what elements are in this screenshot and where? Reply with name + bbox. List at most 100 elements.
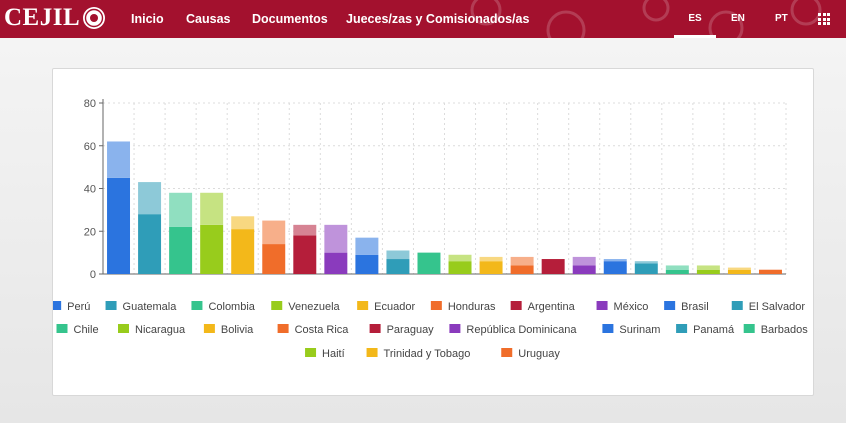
bar-bolivia-segment-1 bbox=[479, 261, 503, 274]
chart-card: 0 20 40 60 80 Perú Guatemala Colombia Venezuela E… bbox=[50, 68, 814, 396]
legend-item-label: Trinidad y Tobago bbox=[384, 348, 471, 360]
bar-venezuela-segment-1 bbox=[200, 224, 224, 274]
bar-brasil-segment-1 bbox=[355, 254, 379, 274]
legend-swatch bbox=[118, 324, 129, 333]
bar-el-salvador-segment-2 bbox=[386, 250, 410, 260]
legend-item-label: Brasil bbox=[681, 301, 709, 313]
bar-guatemala-segment-1 bbox=[138, 214, 162, 274]
bar-méxico-segment-2 bbox=[324, 224, 348, 253]
top-navigation-bar: CEJIL Inicio Causas Documentos Jueces/za… bbox=[0, 0, 846, 38]
bar-haití-segment-1 bbox=[696, 269, 720, 274]
legend-item-label: Uruguay bbox=[518, 348, 560, 360]
bar-chile-segment-1 bbox=[417, 252, 441, 274]
bar-nicaragua-segment-1 bbox=[448, 261, 472, 274]
nav-causas[interactable]: Causas bbox=[186, 12, 230, 26]
legend-swatch bbox=[369, 324, 381, 333]
legend-item-label: Costa Rica bbox=[295, 324, 350, 336]
legend-swatch bbox=[277, 324, 289, 333]
stacked-bar-chart: 0 20 40 60 80 Perú Guatemala Colombia Venezuela E… bbox=[50, 98, 809, 360]
main-content: 0 20 40 60 80 Perú Guatemala Colombia Venezuela E… bbox=[0, 38, 846, 423]
legend-swatch bbox=[602, 324, 614, 333]
y-tick-label: 80 bbox=[84, 98, 96, 110]
legend-item-label: Colombia bbox=[208, 301, 255, 313]
legend-item-label: Guatemala bbox=[123, 301, 178, 313]
bar-argentina-segment-2 bbox=[293, 224, 317, 236]
nav-jueces-comisionados[interactable]: Jueces/zas y Comisionados/as bbox=[346, 12, 529, 26]
legend-swatch bbox=[731, 301, 743, 310]
legend-swatch bbox=[596, 301, 608, 310]
bar-panamá-segment-2 bbox=[634, 261, 658, 264]
legend-swatch bbox=[743, 324, 755, 333]
legend-item-label: República Dominicana bbox=[466, 324, 577, 336]
legend-swatch bbox=[676, 324, 688, 333]
nav-inicio[interactable]: Inicio bbox=[131, 12, 164, 26]
bar-guatemala-segment-2 bbox=[138, 182, 162, 215]
legend-item-label: Chile bbox=[74, 324, 99, 336]
bar-surinam-segment-2 bbox=[603, 259, 627, 262]
legend-swatch bbox=[449, 324, 461, 333]
legend-item-label: Venezuela bbox=[288, 301, 340, 313]
legend-swatch bbox=[105, 301, 117, 310]
bar-uruguay-segment-1 bbox=[758, 269, 782, 274]
legend-item-label: Panamá bbox=[693, 324, 735, 336]
bar-ecuador-segment-2 bbox=[231, 216, 255, 230]
bar-costa-rica-segment-2 bbox=[510, 256, 534, 266]
legend-swatch bbox=[430, 301, 442, 310]
bar-costa-rica-segment-1 bbox=[510, 265, 534, 274]
bar-nicaragua-segment-2 bbox=[448, 254, 472, 262]
bar-bolivia-segment-2 bbox=[479, 256, 503, 262]
logo-text: CEJIL bbox=[4, 4, 81, 31]
language-en[interactable]: EN bbox=[731, 0, 745, 38]
legend-item-label: El Salvador bbox=[749, 301, 806, 313]
seal-icon bbox=[83, 7, 106, 29]
y-tick-label: 20 bbox=[84, 226, 96, 238]
bar-ecuador-segment-1 bbox=[231, 229, 255, 274]
legend-swatch bbox=[510, 301, 522, 310]
bar-colombia-segment-2 bbox=[169, 192, 193, 227]
legend-item-label: Paraguay bbox=[387, 324, 435, 336]
legend-item-label: Ecuador bbox=[374, 301, 415, 313]
legend-item-label: Surinam bbox=[619, 324, 660, 336]
legend-swatch bbox=[203, 324, 215, 333]
bar-paraguay-segment-1 bbox=[541, 259, 565, 274]
legend-swatch bbox=[357, 301, 369, 310]
bar-trinidad-y-tobago-segment-2 bbox=[727, 267, 751, 270]
legend-swatch bbox=[366, 348, 378, 357]
bar-el-salvador-segment-1 bbox=[386, 259, 410, 274]
legend-swatch bbox=[50, 301, 62, 310]
bar-venezuela-segment-2 bbox=[200, 192, 224, 225]
bar-trinidad-y-tobago-segment-1 bbox=[727, 269, 751, 274]
bar-perú-segment-2 bbox=[107, 141, 131, 178]
legend-item-label: Perú bbox=[67, 301, 90, 313]
bar-barbados-segment-1 bbox=[665, 269, 689, 274]
bar-honduras-segment-1 bbox=[262, 244, 286, 274]
legend-item-label: Haití bbox=[322, 348, 345, 360]
legend-swatch bbox=[56, 324, 68, 333]
legend-swatch bbox=[305, 348, 317, 357]
legend-swatch bbox=[271, 301, 283, 310]
apps-grid-icon[interactable] bbox=[818, 13, 830, 25]
y-tick-label: 40 bbox=[84, 184, 96, 196]
legend-item-label: Barbados bbox=[761, 324, 809, 336]
cejil-logo[interactable]: CEJIL bbox=[4, 3, 106, 33]
bar-república-dominicana-segment-2 bbox=[572, 256, 596, 266]
bar-haití-segment-2 bbox=[696, 265, 720, 270]
bar-honduras-segment-2 bbox=[262, 220, 286, 245]
legend-swatch bbox=[664, 301, 676, 310]
bar-barbados-segment-2 bbox=[665, 265, 689, 270]
language-pt[interactable]: PT bbox=[775, 0, 788, 38]
bar-brasil-segment-2 bbox=[355, 237, 379, 255]
language-es[interactable]: ES bbox=[674, 0, 716, 38]
bar-panamá-segment-1 bbox=[634, 263, 658, 274]
bar-argentina-segment-1 bbox=[293, 235, 317, 274]
legend-item-label: Honduras bbox=[448, 301, 496, 313]
legend-item-label: Bolivia bbox=[221, 324, 254, 336]
bar-surinam-segment-1 bbox=[603, 261, 627, 274]
bar-república-dominicana-segment-1 bbox=[572, 265, 596, 274]
legend-item-label: Argentina bbox=[528, 301, 576, 313]
y-tick-label: 0 bbox=[90, 269, 96, 281]
bar-colombia-segment-1 bbox=[169, 226, 193, 274]
legend-swatch bbox=[501, 348, 513, 357]
nav-documentos[interactable]: Documentos bbox=[252, 12, 328, 26]
bar-méxico-segment-1 bbox=[324, 252, 348, 274]
